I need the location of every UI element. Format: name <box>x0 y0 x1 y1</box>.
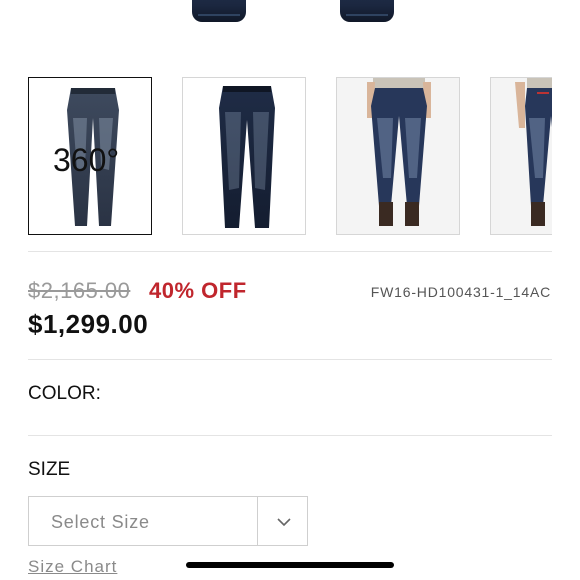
current-price: $1,299.00 <box>28 309 149 339</box>
main-product-image[interactable] <box>0 0 580 70</box>
original-price: $2,165.00 <box>28 278 131 303</box>
model-image <box>337 78 459 234</box>
divider <box>28 251 552 252</box>
product-sku: FW16-HD100431-1_14AC <box>370 284 551 300</box>
thumbnail-model-side[interactable] <box>490 77 552 235</box>
chevron-down-icon[interactable] <box>274 512 294 532</box>
select-divider <box>257 497 258 545</box>
jeans-hem-right <box>340 0 394 22</box>
size-chart-link[interactable]: Size Chart <box>28 557 117 577</box>
jeans-image <box>219 86 275 228</box>
thumbnail-front[interactable] <box>182 77 306 235</box>
size-select-placeholder: Select Size <box>51 512 150 532</box>
thumbnail-360-label: 360° <box>53 142 120 178</box>
thumbnail-model-front[interactable] <box>336 77 460 235</box>
jeans-hem-left <box>192 0 246 22</box>
thumbnail-strip[interactable]: 360° <box>28 77 552 239</box>
model-image <box>491 78 552 234</box>
color-label: COLOR: <box>28 383 101 404</box>
divider <box>28 435 552 436</box>
thumbnail-360[interactable]: 360° <box>28 77 152 235</box>
divider <box>28 359 552 360</box>
home-indicator <box>186 562 394 568</box>
discount-badge: 40% OFF <box>149 278 247 303</box>
size-select[interactable]: Select Size <box>28 496 308 546</box>
size-label: SIZE <box>28 459 71 480</box>
